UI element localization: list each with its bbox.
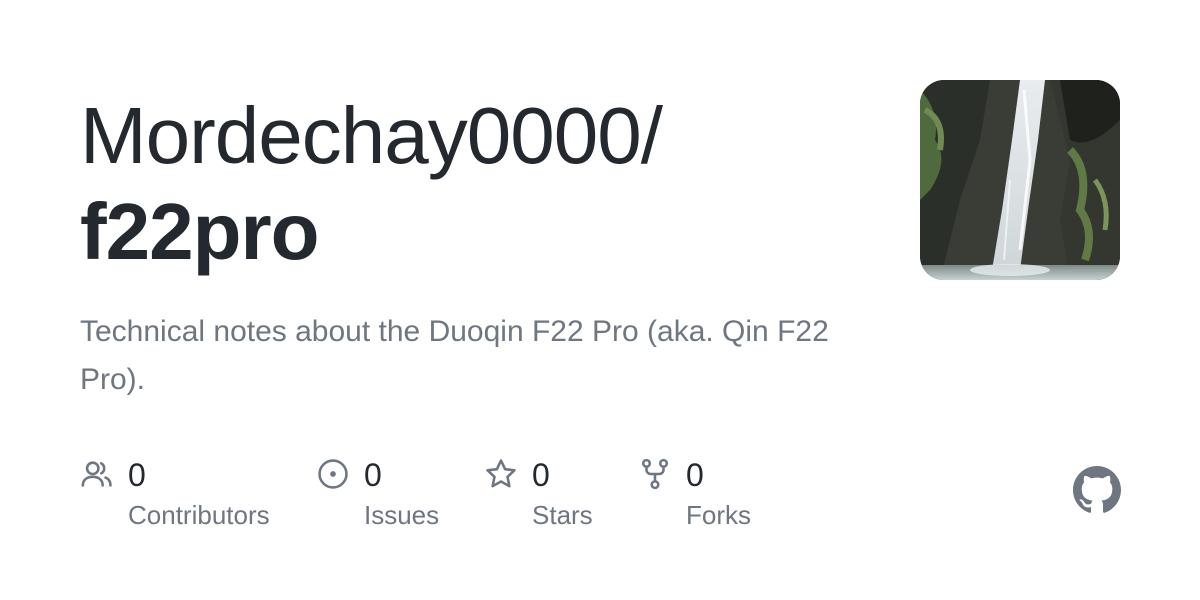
repo-stats: 0 Contributors 0 Issues 0 Stars 0 Forks bbox=[80, 455, 800, 545]
repo-description: Technical notes about the Duoqin F22 Pro… bbox=[80, 315, 829, 396]
repo-owner[interactable]: Mordechay0000/ bbox=[80, 88, 880, 184]
stat-count: 0 bbox=[128, 457, 146, 493]
stat-count: 0 bbox=[532, 457, 550, 493]
repo-forked-icon bbox=[641, 458, 669, 490]
people-icon bbox=[81, 461, 112, 487]
issue-opened-icon bbox=[318, 459, 348, 489]
stat-count: 0 bbox=[364, 457, 382, 493]
stat-label: Forks bbox=[686, 500, 751, 530]
stat-label: Issues bbox=[364, 500, 440, 530]
repo-title: Mordechay0000/ f22pro bbox=[80, 88, 880, 280]
stat-count: 0 bbox=[686, 457, 704, 493]
github-mark-icon[interactable] bbox=[1073, 466, 1121, 514]
owner-avatar bbox=[920, 80, 1120, 280]
star-icon bbox=[486, 459, 516, 488]
stat-label: Contributors bbox=[128, 500, 270, 530]
repo-name[interactable]: f22pro bbox=[80, 184, 880, 280]
stat-label: Stars bbox=[532, 500, 593, 530]
